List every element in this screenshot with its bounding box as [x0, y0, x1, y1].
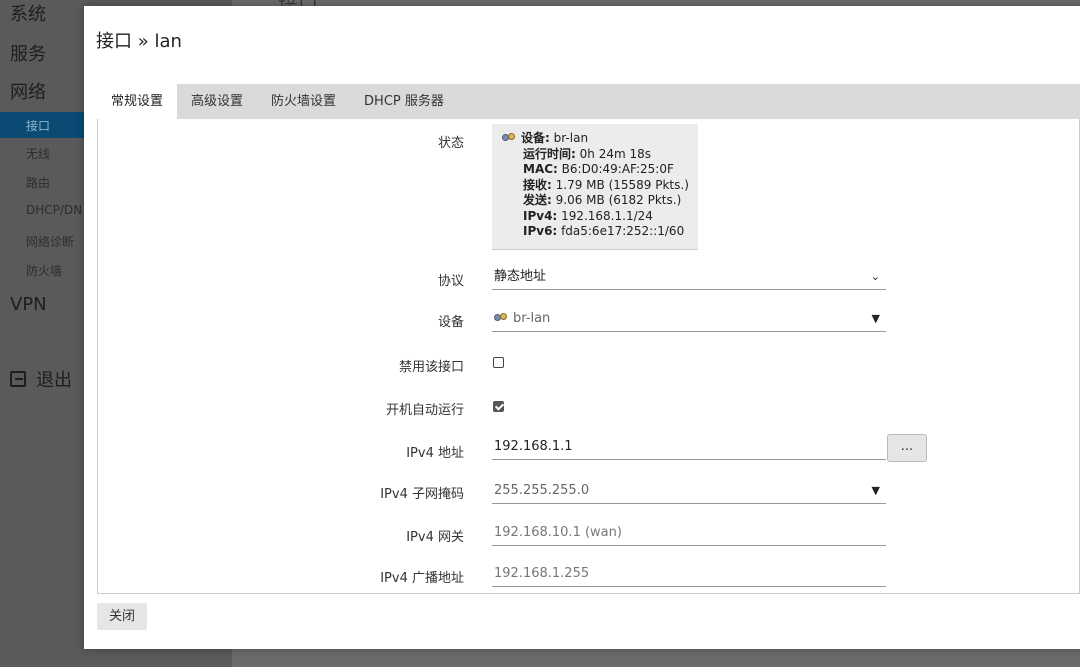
caret-down-icon: ▼ — [871, 312, 880, 325]
status-uptime-line: 运行时间: 0h 24m 18s — [523, 146, 651, 161]
sidebar-item-system[interactable]: 系统 — [10, 0, 46, 26]
device-label: 设备 — [437, 315, 464, 330]
sidebar-item-firewall[interactable]: 防火墙 — [26, 262, 62, 279]
disable-interface-label: 禁用该接口 — [398, 360, 464, 375]
status-box: 设备: br-lan 运行时间: 0h 24m 18s MAC: B6:D0:4… — [492, 124, 698, 250]
ipv4-netmask-select[interactable]: 255.255.255.0 ▼ — [492, 480, 886, 504]
sidebar-item-vpn[interactable]: VPN — [10, 294, 47, 315]
interface-modal: 接口 » lan 常规设置 高级设置 防火墙设置 DHCP 服务器 状态 设备:… — [84, 6, 1080, 649]
device-select[interactable]: br-lan ▼ — [492, 308, 886, 332]
ipv4-address-more-button[interactable]: ... — [887, 434, 927, 462]
tab-dhcp-server[interactable]: DHCP 服务器 — [350, 84, 458, 119]
network-device-icon — [502, 133, 517, 143]
caret-down-icon: ▼ — [871, 484, 880, 497]
ipv4-broadcast-input[interactable]: 192.168.1.255 — [492, 563, 886, 587]
modal-title: 接口 » lan — [96, 31, 182, 52]
status-tx-line: 发送: 9.06 MB (6182 Pkts.) — [523, 193, 682, 207]
ipv4-gateway-placeholder: 192.168.10.1 (wan) — [494, 525, 622, 540]
status-ipv4-line: IPv4: 192.168.1.1/24 — [523, 208, 653, 223]
tab-general[interactable]: 常规设置 — [97, 84, 178, 119]
sidebar-logout[interactable]: 退出 — [10, 366, 72, 392]
close-button[interactable]: 关闭 — [97, 603, 147, 630]
ipv4-address-input[interactable]: 192.168.1.1 — [492, 436, 886, 460]
ipv4-gateway-label: IPv4 网关 — [406, 530, 464, 545]
status-rx-line: 接收: 1.79 MB (15589 Pkts.) — [523, 177, 689, 192]
ipv4-broadcast-placeholder: 192.168.1.255 — [494, 566, 590, 581]
ipv4-netmask-value: 255.255.255.0 — [494, 483, 590, 498]
status-device-line: 设备: br-lan — [502, 131, 698, 147]
ipv4-broadcast-label: IPv4 广播地址 — [380, 571, 464, 586]
tab-firewall[interactable]: 防火墙设置 — [257, 84, 350, 119]
ipv4-netmask-label: IPv4 子网掩码 — [380, 487, 464, 502]
protocol-value: 静态地址 — [494, 269, 547, 284]
tab-advanced[interactable]: 高级设置 — [177, 84, 257, 119]
sidebar-item-services[interactable]: 服务 — [10, 40, 46, 66]
autostart-label: 开机自动运行 — [385, 403, 464, 418]
network-device-icon — [494, 313, 509, 323]
logout-label: 退出 — [36, 370, 72, 391]
sidebar-item-wireless[interactable]: 无线 — [26, 145, 50, 162]
device-value: br-lan — [513, 311, 551, 326]
status-mac-line: MAC: B6:D0:49:AF:25:0F — [523, 162, 674, 176]
autostart-checkbox[interactable] — [493, 401, 504, 412]
protocol-select[interactable]: 静态地址 ⌄ — [492, 266, 886, 290]
ipv4-address-label: IPv4 地址 — [406, 446, 464, 461]
sidebar-item-interfaces-label: 接口 — [26, 119, 51, 133]
disable-interface-checkbox[interactable] — [493, 357, 504, 368]
sidebar-item-routes[interactable]: 路由 — [26, 174, 50, 191]
logout-icon — [10, 371, 26, 387]
ipv4-gateway-input[interactable]: 192.168.10.1 (wan) — [492, 522, 886, 546]
status-ipv6-line: IPv6: fda5:6e17:252::1/60 — [523, 224, 685, 238]
ipv4-address-value: 192.168.1.1 — [494, 439, 573, 454]
sidebar-item-dhcp-dns[interactable]: DHCP/DN — [26, 203, 82, 217]
protocol-label: 协议 — [437, 274, 464, 289]
tab-bar: 常规设置 高级设置 防火墙设置 DHCP 服务器 — [97, 84, 1080, 119]
sidebar-item-network[interactable]: 网络 — [10, 78, 46, 104]
chevron-down-icon: ⌄ — [870, 270, 880, 283]
sidebar-item-diagnostics[interactable]: 网络诊断 — [26, 233, 74, 250]
status-label: 状态 — [437, 136, 464, 151]
